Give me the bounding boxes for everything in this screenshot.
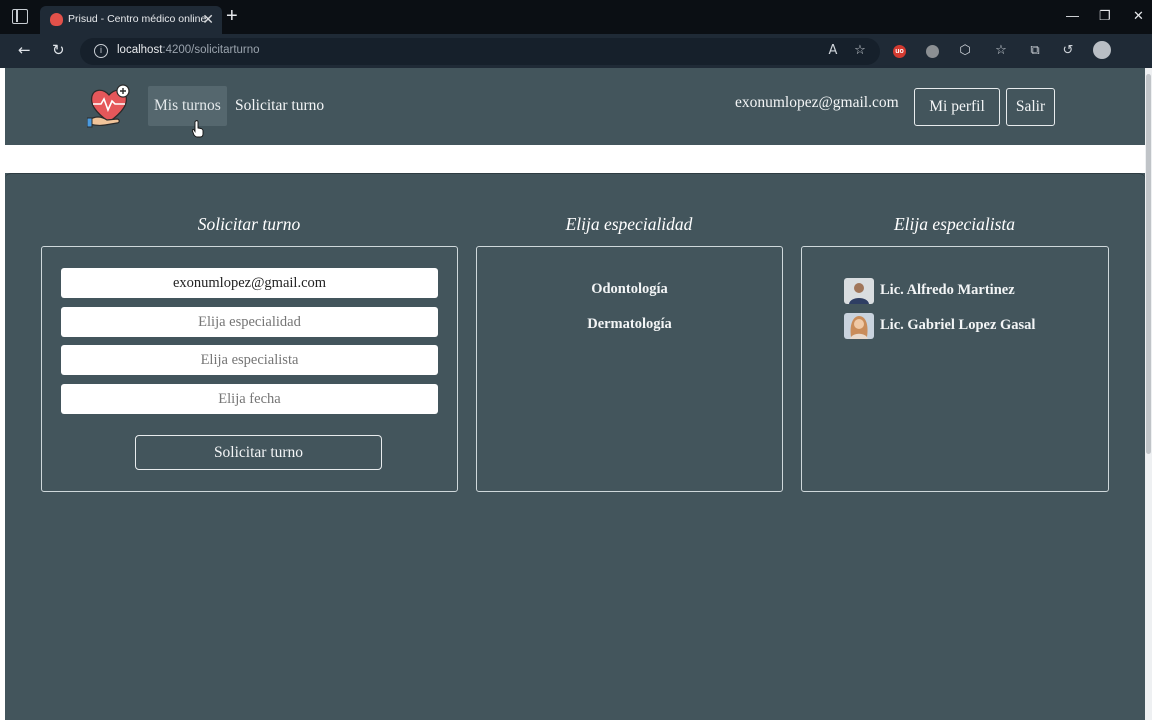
specialty-field[interactable] [61, 307, 438, 337]
favorites-icon[interactable]: ☆ [993, 43, 1009, 59]
specialist-field[interactable] [61, 345, 438, 375]
ublock-extension-icon[interactable]: uo [893, 45, 906, 58]
user-email: exonumlopez@gmail.com [735, 94, 899, 111]
new-tab-button[interactable]: + [226, 6, 238, 26]
history-icon[interactable]: ↺ [1060, 43, 1076, 59]
read-aloud-icon[interactable]: A [825, 43, 841, 59]
tab-close-icon[interactable]: ✕ [202, 11, 214, 28]
specialty-item-dermatologia[interactable]: Dermatología [477, 316, 782, 333]
request-form-panel: Solicitar turno [41, 246, 458, 492]
specialist-list-panel: Lic. Alfredo Martinez Lic. Gabriel Lopez… [801, 246, 1109, 492]
specialist-name: Lic. Gabriel Lopez Gasal [880, 317, 1036, 333]
tab-title: Prisud - Centro médico online [68, 13, 207, 25]
url-text[interactable]: localhost:4200/solicitarturno [117, 44, 260, 56]
specialty-list-panel: Odontología Dermatología [476, 246, 783, 492]
specialty-list-title: Elija especialidad [565, 214, 693, 234]
header-divider-band [5, 145, 1145, 173]
form-title: Solicitar turno [197, 214, 301, 234]
specialty-item-odontologia[interactable]: Odontología [477, 281, 782, 298]
maximize-button[interactable]: ❐ [1099, 8, 1111, 24]
specialist-list-title: Elija especialista [893, 214, 1016, 234]
site-info-icon[interactable]: i [94, 44, 108, 58]
page-scrollbar[interactable] [1145, 68, 1152, 720]
logout-button[interactable]: Salir [1006, 88, 1055, 126]
add-favorite-icon[interactable]: ☆ [852, 43, 868, 59]
extensions-puzzle-icon[interactable]: ⬡ [957, 43, 973, 59]
specialist-photo-icon [844, 313, 874, 339]
extension-icon[interactable] [926, 45, 939, 58]
back-arrow-icon[interactable]: ← [18, 42, 31, 59]
minimize-button[interactable]: — [1066, 8, 1079, 23]
address-toolbar: ← ↻ i localhost:4200/solicitarturno A ☆ … [0, 34, 1152, 97]
profile-avatar-icon[interactable] [1093, 41, 1111, 59]
browser-tab[interactable]: Prisud - Centro médico online ✕ [40, 6, 222, 34]
scrollbar-thumb[interactable] [1146, 74, 1151, 454]
close-window-button[interactable]: ✕ [1133, 8, 1144, 24]
submit-appointment-button[interactable]: Solicitar turno [135, 435, 382, 470]
hand-cursor-icon [192, 120, 204, 138]
nav-link-mis-turnos[interactable]: Mis turnos [148, 86, 227, 126]
main-content: Solicitar turno Solicitar turno Elija es… [5, 173, 1145, 720]
browser-tab-bar: Prisud - Centro médico online ✕ + — ❐ ✕ [0, 0, 1152, 34]
date-field[interactable] [61, 384, 438, 414]
refresh-icon[interactable]: ↻ [52, 42, 65, 59]
specialist-name: Lic. Alfredo Martinez [880, 282, 1015, 298]
clinic-logo-icon[interactable] [87, 82, 133, 130]
sidebar-toggle-icon[interactable] [12, 9, 28, 24]
specialist-photo-icon [844, 278, 874, 304]
collections-icon[interactable]: ⧉ [1027, 43, 1043, 59]
site-favicon-icon [50, 13, 63, 26]
nav-link-solicitar-turno[interactable]: Solicitar turno [229, 86, 330, 126]
email-field[interactable] [61, 268, 438, 298]
my-profile-button[interactable]: Mi perfil [914, 88, 1000, 126]
url-bar[interactable]: i localhost:4200/solicitarturno A ☆ [80, 38, 880, 65]
site-navbar: Mis turnos Solicitar turno exonumlopez@g… [5, 68, 1145, 145]
web-page: Mis turnos Solicitar turno exonumlopez@g… [5, 68, 1145, 720]
